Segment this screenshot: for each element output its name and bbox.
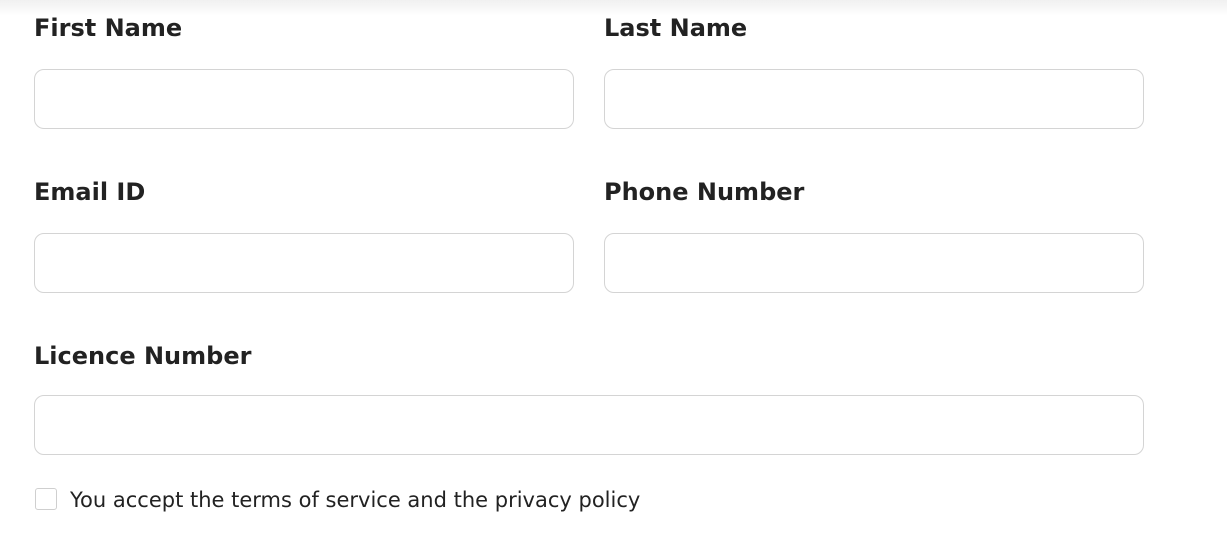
- email-input[interactable]: [34, 233, 574, 293]
- licence-number-input[interactable]: [34, 395, 1144, 455]
- first-name-label: First Name: [34, 14, 183, 42]
- licence-number-label: Licence Number: [34, 342, 252, 370]
- last-name-label: Last Name: [604, 14, 748, 42]
- phone-number-input[interactable]: [604, 233, 1144, 293]
- last-name-input[interactable]: [604, 69, 1144, 129]
- terms-label[interactable]: You accept the terms of service and the …: [70, 486, 640, 514]
- phone-number-label: Phone Number: [604, 178, 805, 206]
- email-label: Email ID: [34, 178, 146, 206]
- registration-form: First Name Last Name Email ID Phone Numb…: [0, 0, 1227, 533]
- terms-checkbox[interactable]: [35, 488, 57, 510]
- first-name-input[interactable]: [34, 69, 574, 129]
